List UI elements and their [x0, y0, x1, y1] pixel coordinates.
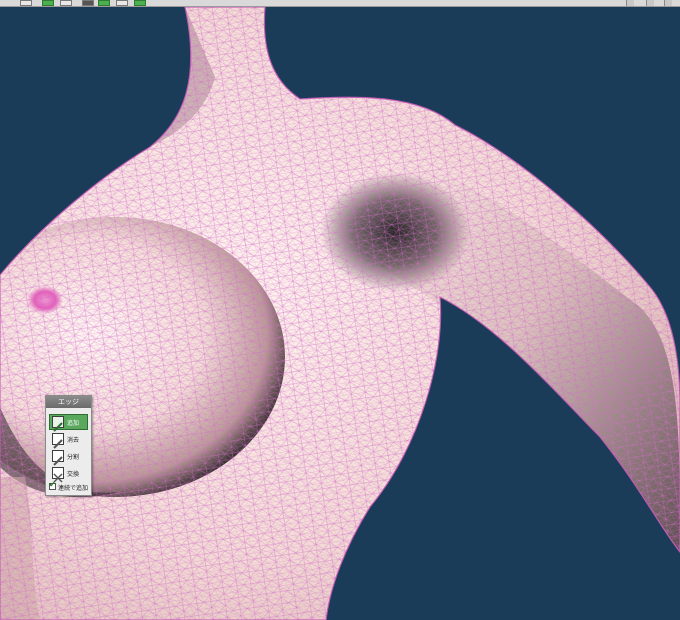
toolbar-icon[interactable]: [42, 0, 54, 6]
continuous-add-checkbox[interactable]: ✔ 連続で追加: [49, 480, 93, 493]
toolbar-icon[interactable]: [20, 0, 32, 6]
toolbar-icon[interactable]: [646, 0, 654, 6]
toolbar-icon[interactable]: [60, 0, 72, 6]
edge-delete-button[interactable]: 消去: [49, 431, 88, 449]
toolbar: [0, 0, 680, 7]
edge-tool-panel: エッジ 追加 消去 分割 交換 ✔ 連続で追加: [45, 395, 92, 496]
3d-viewport[interactable]: [0, 7, 680, 620]
continuous-add-label: 連続で追加: [58, 485, 89, 492]
edge-split-icon: [52, 450, 64, 466]
toolbar-icon[interactable]: [116, 0, 128, 6]
toolbar-icon[interactable]: [82, 0, 94, 6]
edge-add-button[interactable]: 追加: [49, 414, 88, 432]
edge-split-button[interactable]: 分割: [49, 448, 88, 466]
check-icon: ✔: [49, 480, 56, 489]
toolbar-icon[interactable]: [626, 0, 634, 6]
mesh-model: [0, 7, 680, 620]
edge-swap-icon: [52, 467, 64, 483]
edge-swap-label: 交換: [67, 471, 80, 478]
edge-panel-title: エッジ: [46, 396, 91, 408]
edge-add-icon: [52, 416, 64, 432]
edge-add-label: 追加: [67, 420, 80, 427]
edge-delete-icon: [52, 433, 64, 449]
edge-swap-button[interactable]: 交換: [49, 465, 88, 483]
toolbar-icon[interactable]: [134, 0, 146, 6]
toolbar-icon[interactable]: [98, 0, 110, 6]
edge-delete-label: 消去: [67, 437, 80, 444]
edge-split-label: 分割: [67, 454, 80, 461]
toolbar-icon[interactable]: [664, 0, 672, 6]
